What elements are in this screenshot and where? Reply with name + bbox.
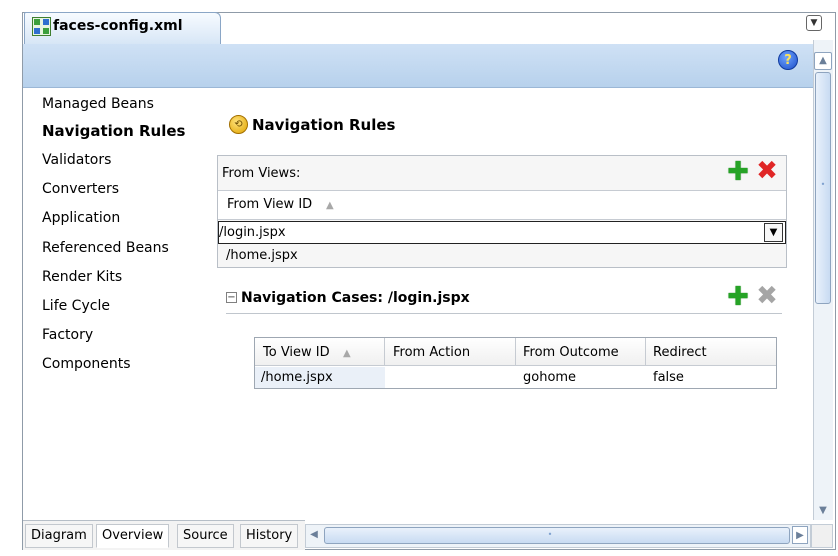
navigation-cases-title: Navigation Cases: /login.jspx [241, 290, 470, 306]
section-divider [226, 313, 782, 314]
add-icon[interactable]: ✚ [726, 159, 750, 185]
sidebar-item-factory[interactable]: Factory [42, 326, 93, 344]
horizontal-scroll-thumb[interactable] [324, 527, 790, 544]
column-header-from-action[interactable]: From Action [393, 345, 470, 361]
help-icon[interactable]: ? [778, 50, 798, 70]
delete-icon[interactable]: ✖ [755, 283, 779, 309]
collapse-icon[interactable]: − [226, 292, 237, 303]
faces-config-icon [32, 17, 51, 36]
chevron-down-icon[interactable]: ▼ [764, 223, 783, 242]
tab-overview[interactable]: Overview [96, 524, 170, 548]
delete-icon[interactable]: ✖ [755, 158, 779, 184]
sidebar-item-converters[interactable]: Converters [42, 180, 119, 198]
tab-source[interactable]: Source [177, 524, 234, 548]
scroll-down-icon[interactable]: ▼ [815, 503, 831, 519]
tab-history[interactable]: History [240, 524, 299, 548]
scroll-grip-icon: • [547, 530, 553, 539]
cell-redirect[interactable]: false [653, 370, 684, 386]
sidebar-item-application[interactable]: Application [42, 209, 120, 227]
scroll-grip-icon: • [820, 180, 826, 189]
scrollbar-corner [811, 524, 833, 548]
sidebar-item-label: Navigation Rules [42, 122, 186, 140]
sidebar-item-validators[interactable]: Validators [42, 151, 111, 169]
add-icon[interactable]: ✚ [726, 284, 750, 310]
sidebar-item-components[interactable]: Components [42, 355, 131, 373]
sidebar-item-render-kits[interactable]: Render Kits [42, 268, 122, 286]
from-view-id-value: /login.jspx [219, 225, 286, 240]
column-divider[interactable] [384, 338, 385, 366]
column-divider[interactable] [515, 338, 516, 366]
cell-from-outcome[interactable]: gohome [523, 370, 576, 386]
column-header-to-view-id[interactable]: To View ID [263, 345, 330, 361]
scroll-right-icon[interactable]: ▶ [792, 526, 808, 544]
sort-ascending-icon: ▲ [326, 200, 334, 211]
column-header-from-outcome[interactable]: From Outcome [523, 345, 619, 361]
page-title: Navigation Rules [252, 116, 396, 134]
column-header-redirect[interactable]: Redirect [653, 345, 707, 361]
editor-tab-title: faces-config.xml [53, 18, 183, 34]
scroll-up-icon[interactable]: ▲ [814, 52, 832, 70]
navigation-rule-icon: ⟲ [229, 115, 248, 134]
column-divider[interactable] [645, 338, 646, 366]
sidebar-item-life-cycle[interactable]: Life Cycle [42, 297, 110, 315]
sidebar-item-managed-beans[interactable]: Managed Beans [42, 95, 154, 113]
cell-to-view-id[interactable]: /home.jspx [261, 370, 333, 386]
sort-ascending-icon: ▲ [343, 348, 351, 359]
from-view-id-select[interactable] [218, 221, 786, 244]
tab-list-dropdown-icon[interactable]: ▼ [806, 15, 822, 31]
tab-diagram[interactable]: Diagram [25, 524, 93, 548]
list-item[interactable]: /home.jspx [226, 248, 298, 264]
editor-header-bar [23, 44, 813, 88]
column-header-from-view-id[interactable]: From View ID [227, 197, 312, 213]
from-views-label: From Views: [222, 166, 301, 181]
sidebar-item-referenced-beans[interactable]: Referenced Beans [42, 239, 169, 257]
scroll-left-icon[interactable]: ◀ [306, 526, 322, 544]
